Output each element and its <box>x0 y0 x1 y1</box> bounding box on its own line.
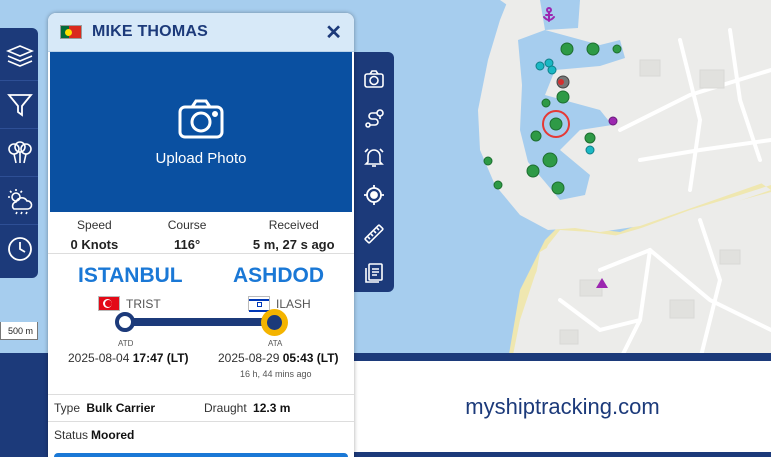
departure-marker <box>115 312 135 332</box>
course-label: Course <box>167 218 207 232</box>
ruler-icon <box>364 224 384 244</box>
map-toolbar <box>0 28 38 278</box>
locate-button[interactable] <box>354 176 394 215</box>
arrival-code-text: ILASH <box>276 296 311 311</box>
voyage-progress-bar <box>124 318 276 326</box>
speed-value: 0 Knots <box>70 237 119 252</box>
layers-icon <box>6 45 34 67</box>
speed-label: Speed <box>77 218 112 232</box>
route-icon <box>365 109 384 128</box>
received-label: Received <box>268 218 319 232</box>
departure-code-text: TRIST <box>126 296 161 311</box>
panel-action-button[interactable] <box>54 453 348 457</box>
weather-icon <box>8 188 33 214</box>
panel-header: MIKE THOMAS ✕ <box>48 13 354 52</box>
type-value: Bulk Carrier <box>86 401 156 415</box>
filter-icon <box>7 93 33 117</box>
upload-photo-button[interactable]: Upload Photo <box>50 52 352 212</box>
status-row: Status Moored <box>48 421 354 448</box>
israel-flag-icon <box>248 296 270 312</box>
received-value: 5 m, 27 s ago <box>252 237 335 252</box>
weather-button[interactable] <box>0 176 38 224</box>
draught-label: Draught <box>204 401 247 415</box>
close-button[interactable]: ✕ <box>325 20 342 45</box>
arrival-port[interactable]: ASHDOD <box>233 264 324 288</box>
departure-clock: 17:47 (LT) <box>132 351 189 365</box>
alarm-icon <box>364 148 384 167</box>
balloons-icon <box>8 140 32 163</box>
departure-port[interactable]: ISTANBUL <box>78 264 183 288</box>
draught-field: Draught 12.3 m <box>204 401 354 415</box>
map-scale: 500 m <box>0 322 38 340</box>
draught-value: 12.3 m <box>253 401 291 415</box>
atd-tag: ATD <box>118 339 134 348</box>
report-button[interactable] <box>354 253 394 292</box>
banner-text: myshiptracking.com <box>465 393 660 419</box>
close-icon: ✕ <box>325 21 342 44</box>
balloons-button[interactable] <box>0 128 38 176</box>
arrival-time: 2025-08-29 05:43 (LT) <box>218 351 339 365</box>
banner-box[interactable]: myshiptracking.com <box>354 361 771 452</box>
course-value: 116° <box>174 237 201 252</box>
type-draught-row: Type Bulk Carrier Draught 12.3 m <box>48 394 354 421</box>
vessel-stats: Speed 0 Knots Course 116° Received 5 m, … <box>48 212 354 254</box>
camera-button[interactable] <box>354 60 394 99</box>
vessel-name: MIKE THOMAS <box>92 23 208 40</box>
arrival-date: 2025-08-29 <box>218 351 280 365</box>
report-icon <box>365 262 383 283</box>
arrival-code: ILASH <box>248 296 311 312</box>
route-button[interactable] <box>354 99 394 138</box>
arrival-clock: 05:43 (LT) <box>282 351 339 365</box>
ata-tag: ATA <box>268 339 283 348</box>
history-button[interactable] <box>0 224 38 272</box>
received-stat: Received 5 m, 27 s ago <box>233 212 354 253</box>
type-field: Type Bulk Carrier <box>54 401 204 415</box>
departure-time: 2025-08-04 17:47 (LT) <box>68 351 189 365</box>
alarm-button[interactable] <box>354 137 394 176</box>
type-label: Type <box>54 401 81 415</box>
vessel-panel: MIKE THOMAS ✕ Upload Photo Speed 0 Knots… <box>48 13 354 457</box>
arrival-marker <box>261 309 288 336</box>
course-stat: Course 116° <box>141 212 234 253</box>
departure-code: TRIST <box>98 296 161 311</box>
ruler-button[interactable] <box>354 215 394 254</box>
turkey-flag-icon <box>98 296 120 311</box>
voyage-route: ISTANBUL ASHDOD TRIST ILASH ATD ATA 2025… <box>48 254 354 394</box>
camera-icon <box>364 70 384 89</box>
status-value: Moored <box>91 428 135 442</box>
departure-date: 2025-08-04 <box>68 351 130 365</box>
locate-icon <box>364 185 384 206</box>
arrival-elapsed: 16 h, 44 mins ago <box>240 369 312 379</box>
history-icon <box>8 236 32 261</box>
speed-stat: Speed 0 Knots <box>48 212 141 253</box>
vessel-tools-toolbar <box>354 52 394 292</box>
upload-photo-label: Upload Photo <box>155 149 247 167</box>
portugal-flag-icon <box>60 25 82 39</box>
status-label: Status <box>54 428 89 442</box>
layers-button[interactable] <box>0 32 38 80</box>
camera-icon <box>178 99 224 138</box>
filter-button[interactable] <box>0 80 38 128</box>
